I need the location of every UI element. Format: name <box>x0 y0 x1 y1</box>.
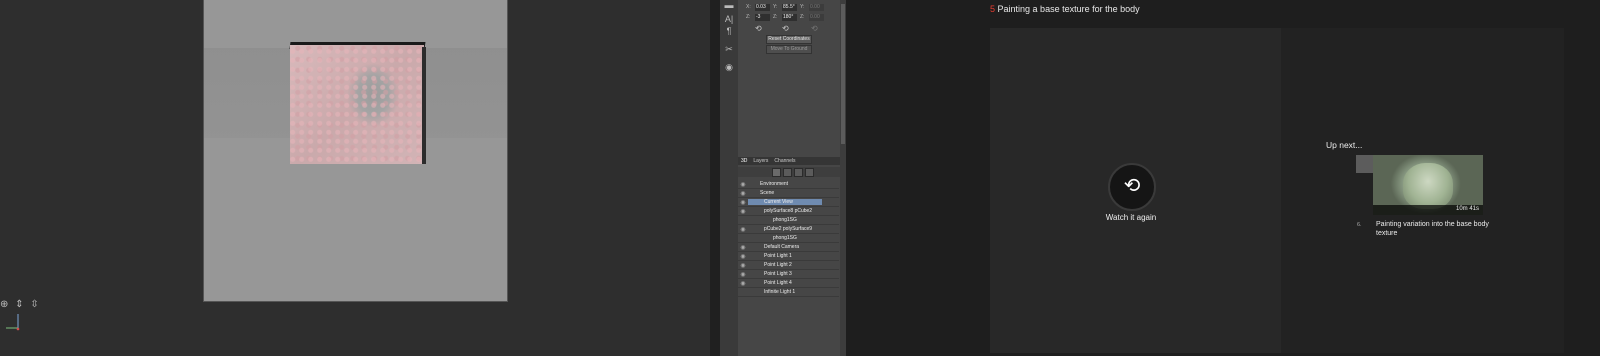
layer-label: phong1SG <box>773 235 797 241</box>
visibility-eye-icon[interactable]: ◉ <box>738 190 748 197</box>
coord-label: Z: <box>773 14 778 20</box>
visibility-eye-icon[interactable]: ◉ <box>738 280 748 287</box>
reset-position-icon[interactable]: ⟲ <box>755 24 762 33</box>
tool-icon[interactable]: ▬ <box>723 0 735 10</box>
visibility-eye-icon[interactable]: ◉ <box>738 199 748 206</box>
next-lesson-title[interactable]: Painting variation into the base body te… <box>1376 220 1491 238</box>
textured-cube[interactable] <box>290 45 424 164</box>
layer-row[interactable]: ◉ pCube2 polySurface9 <box>738 225 839 234</box>
3d-mode-icon[interactable]: ◉ <box>723 62 735 72</box>
layer-label: polySurface8 pCube2 <box>764 208 813 214</box>
coord-label: X: <box>746 4 751 10</box>
visibility-eye-icon[interactable]: ◉ <box>738 253 748 260</box>
coord-label: Z: <box>800 14 805 20</box>
reset-rotation-icon[interactable]: ⟲ <box>782 24 789 33</box>
coord-label: Y: <box>800 4 805 10</box>
layer-row[interactable]: ◉ polySurface8 pCube2 <box>738 207 839 216</box>
previous-thumbnail[interactable] <box>1356 155 1374 173</box>
visibility-eye-icon[interactable]: ◉ <box>738 244 748 251</box>
thumbnail-caption-bar: 10m 41s <box>1373 205 1483 215</box>
meshes-filter-icon[interactable] <box>783 168 792 177</box>
whole-scene-filter-icon[interactable] <box>772 168 781 177</box>
z-rotation-field[interactable]: 180° <box>782 13 797 21</box>
tab-3d[interactable]: 3D <box>741 158 747 164</box>
layer-label: Point Light 3 <box>764 271 792 277</box>
visibility-eye-icon[interactable]: ◉ <box>738 208 748 215</box>
watch-again-label[interactable]: Watch it again <box>1066 213 1196 222</box>
scrollbar-thumb[interactable] <box>841 4 845 144</box>
layer-label: Point Light 1 <box>764 253 792 259</box>
materials-filter-icon[interactable] <box>794 168 803 177</box>
next-video-thumbnail[interactable]: 10m 41s <box>1373 155 1483 215</box>
layer-label: Infinite Light 1 <box>764 289 796 295</box>
layer-label-selected: Current View <box>748 199 822 205</box>
tools-bar: ▬ A| ¶ ✂ ◉ <box>720 0 739 356</box>
layer-row[interactable]: ◉ Scene <box>738 189 839 198</box>
visibility-eye-icon[interactable]: ◉ <box>738 271 748 278</box>
layer-row[interactable]: phong1SG <box>738 234 839 243</box>
y-rotation-field[interactable]: 85.5° <box>782 3 797 11</box>
move-to-ground-button[interactable]: Move To Ground <box>766 45 812 54</box>
paragraph-tool-icon[interactable]: ¶ <box>723 26 735 36</box>
3d-properties-panel: X: 0.03 Y: 85.5° Y: 0.00 Z: -3 Z: 180° Z… <box>738 0 849 356</box>
lesson-number: 5 <box>990 4 996 14</box>
layer-label: pCube2 polySurface9 <box>764 226 813 232</box>
next-lesson-number: 6. <box>1357 222 1362 228</box>
layer-row[interactable]: ◉ Point Light 2 <box>738 261 839 270</box>
axis-widget-icon <box>6 314 20 331</box>
replay-button[interactable]: ⟲ <box>1108 163 1156 211</box>
y-scale-field[interactable]: 0.00 <box>809 3 824 11</box>
layer-row[interactable]: ◉ Point Light 3 <box>738 270 839 279</box>
layer-filter-bar <box>738 167 846 177</box>
z-field[interactable]: -3 <box>755 13 770 21</box>
render-canvas[interactable] <box>203 0 508 302</box>
reset-coordinates-button[interactable]: Reset Coordinates <box>766 35 812 44</box>
layer-row[interactable]: phong1SG <box>738 216 839 225</box>
tools-icon[interactable]: ✂ <box>723 44 735 54</box>
layer-row[interactable]: ◉ Default Camera <box>738 243 839 252</box>
layer-row[interactable]: ◉ Current View <box>738 198 839 207</box>
tab-channels[interactable]: Channels <box>774 158 795 164</box>
coord-label: Y: <box>773 4 778 10</box>
tab-layers[interactable]: Layers <box>753 158 768 164</box>
layer-label: Scene <box>760 190 775 196</box>
layer-row[interactable]: ◉ Environment <box>738 180 839 189</box>
layer-row[interactable]: ◉ Point Light 1 <box>738 252 839 261</box>
coord-row-1: X: 0.03 Y: 85.5° Y: 0.00 <box>746 3 824 11</box>
lesson-title: Painting a base texture for the body <box>997 4 1140 14</box>
orbit-pan-dolly-icons[interactable]: ⊕ ⇕ ⇳ <box>0 299 41 310</box>
next-duration: 10m 41s <box>1455 206 1479 212</box>
visibility-eye-icon[interactable]: ◉ <box>738 226 748 233</box>
type-tool-icon[interactable]: A| <box>723 14 735 24</box>
x-field[interactable]: 0.03 <box>755 3 770 11</box>
visibility-eye-icon[interactable]: ◉ <box>738 262 748 269</box>
layer-label: phong1SG <box>773 217 797 223</box>
layer-label: Default Camera <box>764 244 800 250</box>
coord-label: Z: <box>746 14 751 20</box>
panel-tabs: 3D Layers Channels <box>738 157 849 165</box>
lesson-heading: 5 Painting a base texture for the body <box>990 4 1140 14</box>
layer-label: Point Light 4 <box>764 280 792 286</box>
layer-row[interactable]: Infinite Light 1 <box>738 288 839 297</box>
layer-label: Environment <box>760 181 789 187</box>
panel-divider <box>710 0 720 356</box>
up-next-heading: Up next... <box>1326 140 1363 150</box>
creature-image <box>1403 163 1453 209</box>
layer-row[interactable]: ◉ Point Light 4 <box>738 279 839 288</box>
cube-side-edge <box>422 47 426 164</box>
course-player: 5 Painting a base texture for the body ⟲… <box>846 0 1600 356</box>
coord-row-2: Z: -3 Z: 180° Z: 0.00 <box>746 13 824 21</box>
layer-label: Point Light 2 <box>764 262 792 268</box>
z-scale-field[interactable]: 0.00 <box>809 13 824 21</box>
3d-viewport[interactable]: ⊕ ⇕ ⇳ <box>0 0 710 356</box>
reset-scale-icon[interactable]: ⟲ <box>811 24 818 33</box>
lights-filter-icon[interactable] <box>805 168 814 177</box>
visibility-eye-icon[interactable]: ◉ <box>738 181 748 188</box>
